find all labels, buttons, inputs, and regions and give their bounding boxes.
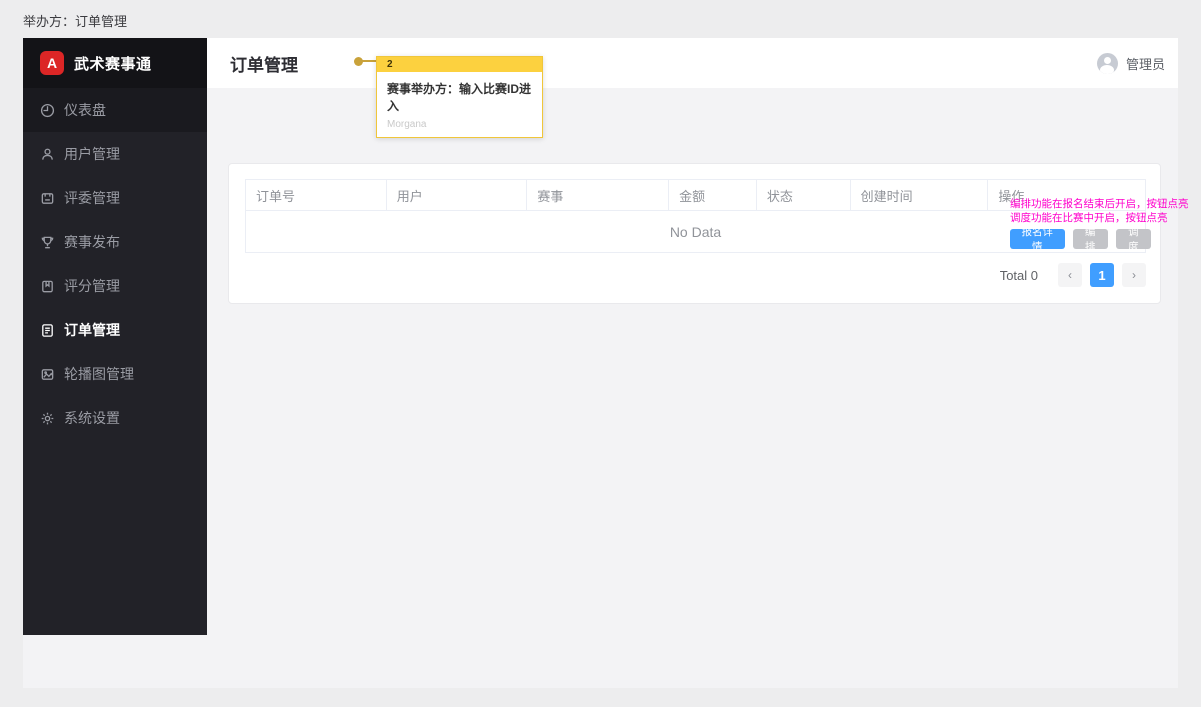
- dispatch-button[interactable]: 调度: [1115, 226, 1151, 253]
- annotation-line-1: 编排功能在报名结束后开启，按钮点亮: [1010, 198, 1189, 210]
- signup-detail-button[interactable]: 报名详情: [1010, 226, 1065, 253]
- sidebar-item-settings[interactable]: 系统设置: [23, 396, 207, 440]
- pagination-page-1[interactable]: 1: [1090, 263, 1114, 287]
- column-header-created: 创建时间: [851, 180, 989, 210]
- sidebar-item-label: 用户管理: [64, 146, 120, 162]
- sidebar-item-label: 评委管理: [64, 190, 120, 206]
- page-header: 订单管理 管理员: [207, 38, 1178, 88]
- trophy-icon: [40, 235, 55, 250]
- annotation-line-2: 调度功能在比赛中开启，按钮点亮: [1010, 211, 1168, 224]
- column-header-amount: 金额: [669, 180, 757, 210]
- breadcrumb: 举办方：订单管理: [23, 14, 128, 29]
- orders-card: 订单号 用户 赛事 金额 状态 创建时间 操作 No Data 编排功能在报名结…: [228, 163, 1189, 304]
- sidebar-item-scoring[interactable]: 评分管理: [23, 264, 207, 308]
- carousel-icon: [40, 367, 55, 382]
- app-title: 武术赛事通: [74, 55, 152, 73]
- sticky-note-text: 赛事举办方：输入比赛ID进入: [387, 82, 532, 113]
- sidebar-item-judges[interactable]: 评委管理: [23, 176, 207, 220]
- sidebar-item-dashboard[interactable]: 仪表盘: [23, 88, 207, 132]
- user-avatar-icon: [1096, 52, 1118, 74]
- column-header-event: 赛事: [527, 180, 670, 210]
- app-logo: A: [40, 51, 64, 75]
- app-window: A 武术赛事通 仪表盘 用户管理 评委管理 赛事发布 评分管理 订单管理 轮播图…: [23, 38, 1189, 688]
- sticky-note-badge: 2: [377, 57, 542, 72]
- action-buttons: 报名详情 编排 调度: [1010, 226, 1151, 253]
- user-menu[interactable]: 管理员: [1096, 52, 1165, 74]
- arrange-button[interactable]: 编排: [1072, 226, 1108, 253]
- sidebar-item-label: 轮播图管理: [64, 366, 134, 382]
- sidebar-item-label: 系统设置: [64, 410, 120, 426]
- sidebar-item-label: 订单管理: [64, 322, 120, 338]
- user-name: 管理员: [1125, 56, 1165, 72]
- settings-icon: [40, 411, 55, 426]
- sidebar-item-carousel[interactable]: 轮播图管理: [23, 352, 207, 396]
- judge-icon: [40, 191, 55, 206]
- logo-row: A 武术赛事通: [23, 38, 207, 88]
- pagination-prev-button[interactable]: ‹: [1058, 263, 1082, 287]
- sidebar-item-events[interactable]: 赛事发布: [23, 220, 207, 264]
- pagination: Total 0 ‹ 1 ›: [1000, 263, 1146, 287]
- sidebar-item-orders[interactable]: 订单管理: [23, 308, 207, 352]
- page-title: 订单管理: [230, 55, 298, 75]
- score-icon: [40, 279, 55, 294]
- sidebar-menu: 仪表盘 用户管理 评委管理 赛事发布 评分管理 订单管理 轮播图管理 系统设置: [23, 88, 207, 440]
- no-data-text: No Data: [669, 223, 722, 240]
- column-header-user: 用户: [387, 180, 528, 210]
- user-icon: [40, 147, 55, 162]
- column-header-status: 状态: [757, 180, 851, 210]
- pagination-total: Total 0: [999, 267, 1038, 283]
- sidebar-item-label: 评分管理: [64, 278, 120, 294]
- actions-annotation: 编排功能在报名结束后开启，按钮点亮 调度功能在比赛中开启，按钮点亮 报名详情 编…: [1010, 198, 1189, 253]
- dashboard-icon: [40, 103, 55, 118]
- pagination-next-button[interactable]: ›: [1122, 263, 1146, 287]
- sticky-note[interactable]: 2 赛事举办方：输入比赛ID进入 Morgana: [376, 56, 543, 138]
- sidebar: A 武术赛事通 仪表盘 用户管理 评委管理 赛事发布 评分管理 订单管理 轮播图…: [23, 38, 207, 635]
- order-icon: [40, 323, 55, 338]
- column-header-order-no: 订单号: [246, 180, 387, 210]
- sidebar-item-label: 仪表盘: [64, 102, 106, 118]
- sidebar-item-users[interactable]: 用户管理: [23, 132, 207, 176]
- sidebar-item-label: 赛事发布: [64, 234, 120, 250]
- sticky-note-author: Morgana: [387, 119, 427, 130]
- note-connector-line: [362, 60, 376, 62]
